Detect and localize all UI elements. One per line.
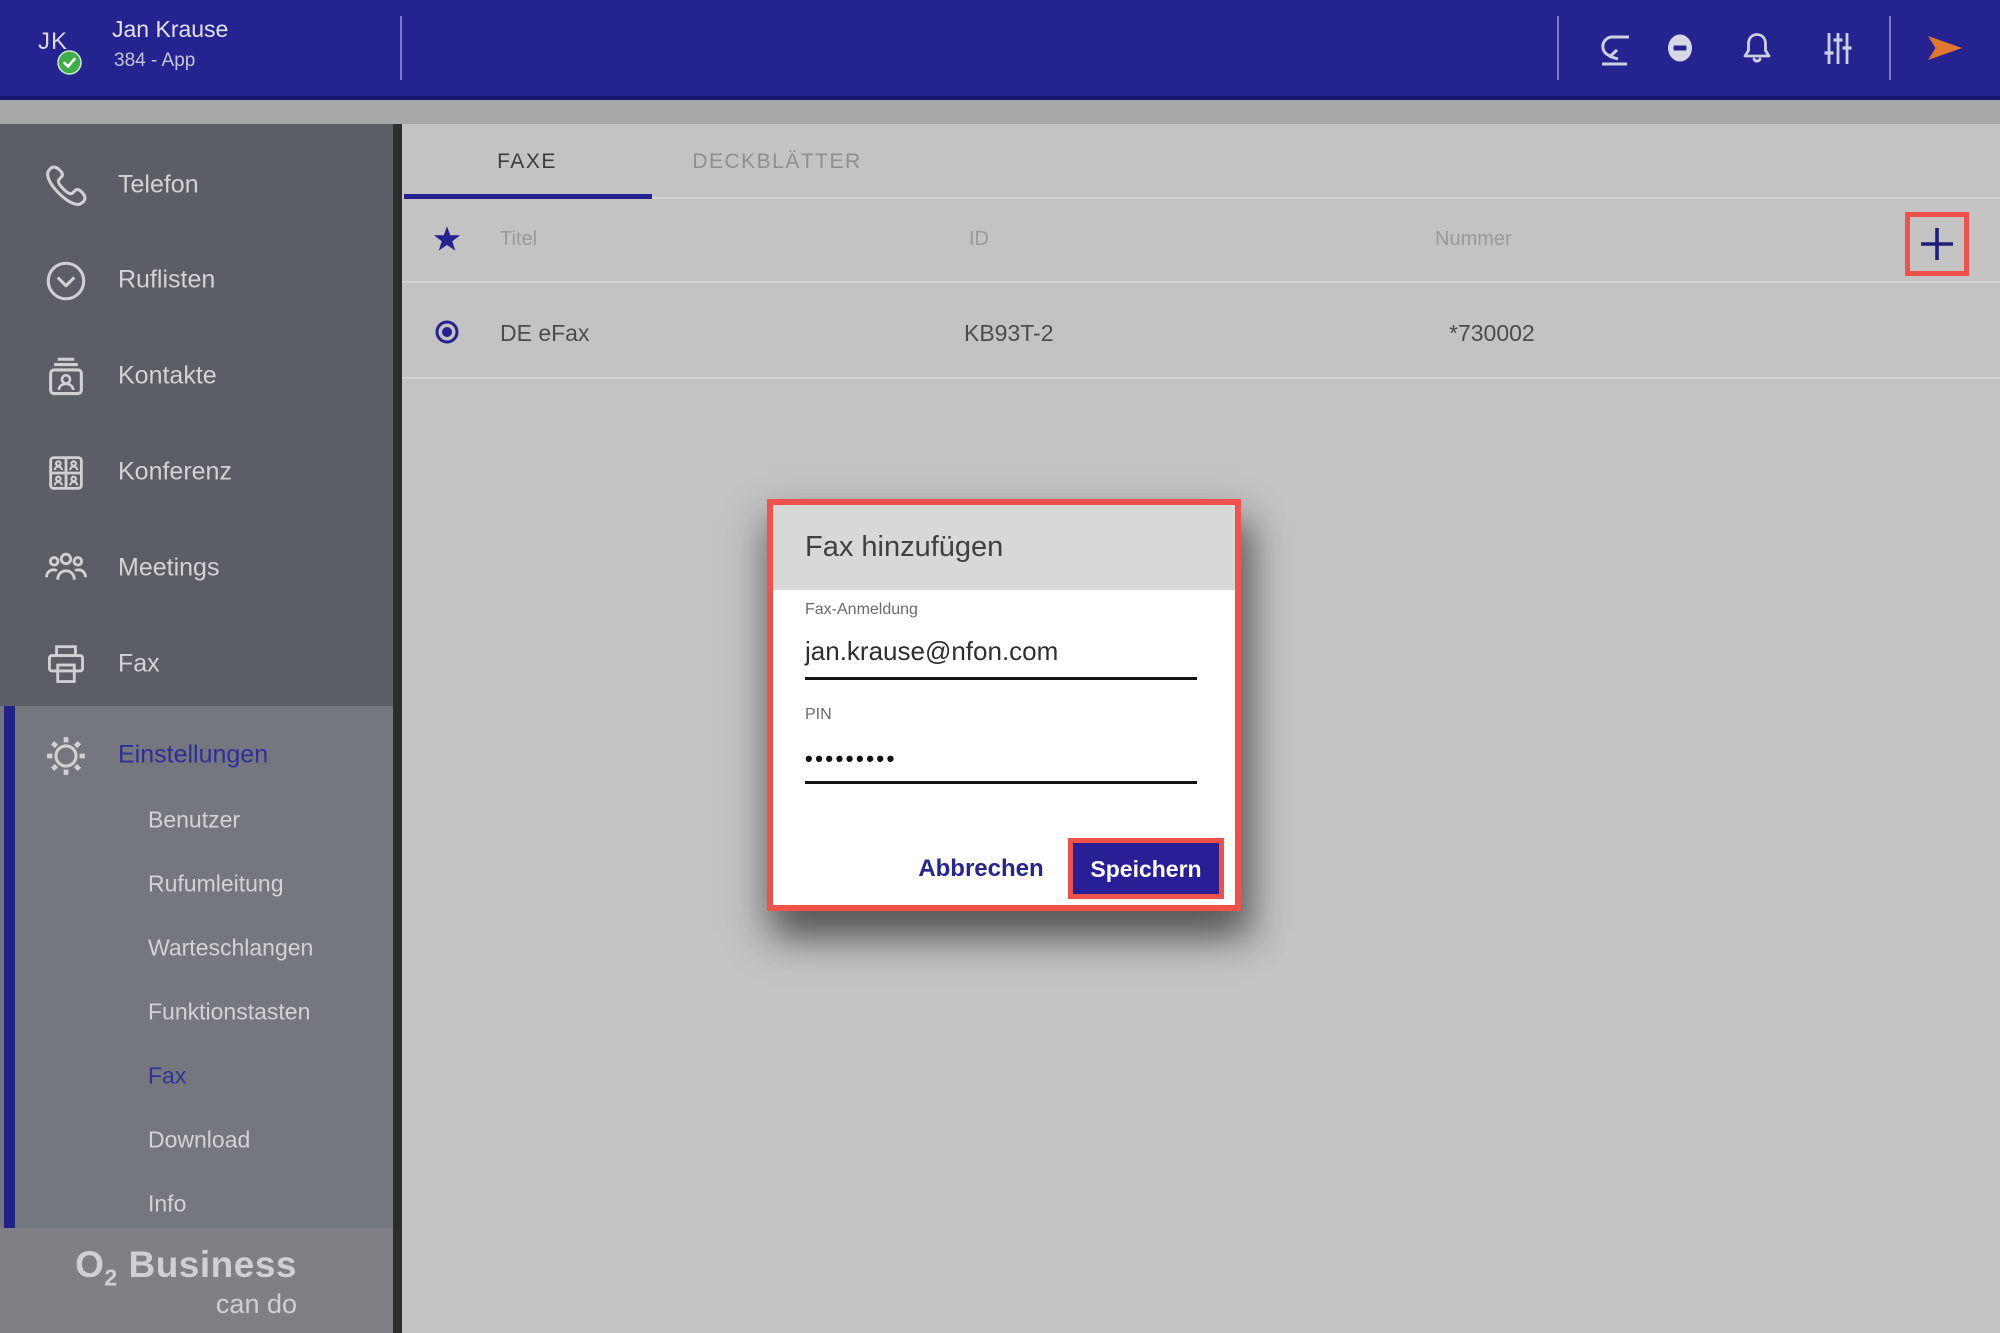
subitem-label: Warteschlangen xyxy=(148,934,313,961)
sidebar-item-konferenz[interactable]: Konferenz xyxy=(0,425,393,520)
meetings-people-icon xyxy=(40,543,92,595)
sidebar: Telefon Ruflisten Kontakte xyxy=(0,124,393,1333)
dialog-header: Fax hinzufügen xyxy=(773,505,1235,590)
audio-settings-sliders-icon[interactable] xyxy=(1816,26,1860,70)
sidebar-item-ruflisten[interactable]: Ruflisten xyxy=(0,233,393,328)
cancel-button[interactable]: Abbrechen xyxy=(911,845,1051,893)
sidebar-subitem-funktionstasten[interactable]: Funktionstasten xyxy=(0,981,393,1045)
subitem-label: Download xyxy=(148,1126,250,1153)
fax-login-input[interactable]: jan.krause@nfon.com xyxy=(805,636,1058,667)
sidebar-item-label: Konferenz xyxy=(118,457,232,486)
dialog-title: Fax hinzufügen xyxy=(805,505,1003,590)
sidebar-item-telefon[interactable]: Telefon xyxy=(0,138,393,233)
sidebar-subitem-rufumleitung[interactable]: Rufumleitung xyxy=(0,853,393,917)
tab-baseline xyxy=(652,197,2000,199)
sidebar-item-einstellungen[interactable]: Einstellungen xyxy=(0,720,393,792)
sidebar-footer: O2 Business can do xyxy=(0,1228,393,1333)
pin-underline xyxy=(805,781,1197,784)
row-divider xyxy=(402,377,2000,379)
column-header-id: ID xyxy=(969,228,989,251)
column-header-nummer: Nummer xyxy=(1435,228,1512,251)
tab-label: FAXE xyxy=(497,150,557,173)
fax-printer-icon xyxy=(40,639,92,691)
user-extension: 384 - App xyxy=(114,50,195,72)
topbar-divider xyxy=(1557,16,1559,80)
sidebar-subitem-fax[interactable]: Fax xyxy=(0,1045,393,1109)
o2-business-logo: O2 Business can do xyxy=(75,1244,297,1320)
sidebar-subitem-download[interactable]: Download xyxy=(0,1109,393,1173)
gear-icon xyxy=(40,730,92,782)
sidebar-subitem-warteschlangen[interactable]: Warteschlangen xyxy=(0,917,393,981)
column-header-titel: Titel xyxy=(500,228,537,251)
app-window: JK Jan Krause 384 - App xyxy=(0,0,2000,1333)
active-tab-indicator xyxy=(404,194,652,199)
add-fax-button[interactable] xyxy=(1917,224,1957,264)
cell-id: KB93T-2 xyxy=(964,320,1054,347)
subitem-label: Benutzer xyxy=(148,806,240,833)
annotation-box-modal: Fax hinzufügen Fax-Anmeldung jan.krause@… xyxy=(767,499,1241,911)
subitem-label: Rufumleitung xyxy=(148,870,284,897)
sidebar-item-fax[interactable]: Fax xyxy=(0,617,393,712)
table-row[interactable]: DE eFax KB93T-2 *730002 xyxy=(402,283,2000,378)
tab-deckblaetter[interactable]: DECKBLÄTTER xyxy=(652,124,902,199)
notifications-bell-icon[interactable] xyxy=(1735,26,1779,70)
contacts-card-icon xyxy=(40,351,92,403)
tab-label: DECKBLÄTTER xyxy=(692,150,861,173)
call-redirect-icon[interactable] xyxy=(1590,26,1634,70)
favorite-star-icon xyxy=(432,225,462,255)
sidebar-item-label: Meetings xyxy=(118,553,219,582)
sidebar-item-label: Fax xyxy=(118,649,160,678)
fax-login-underline xyxy=(805,677,1197,680)
topbar-divider xyxy=(1889,16,1891,80)
user-name: Jan Krause xyxy=(112,16,228,43)
subitem-label: Info xyxy=(148,1190,186,1217)
annotation-box-add-button xyxy=(1905,212,1969,276)
phone-icon xyxy=(40,160,92,212)
annotation-box-save-button: Speichern xyxy=(1068,838,1224,899)
user-account-block[interactable]: JK Jan Krause 384 - App xyxy=(0,0,400,96)
subitem-label: Fax xyxy=(148,1062,186,1089)
pin-input[interactable]: ••••••••• xyxy=(805,746,897,772)
save-button[interactable]: Speichern xyxy=(1073,843,1219,894)
sidebar-item-meetings[interactable]: Meetings xyxy=(0,521,393,616)
tab-faxe[interactable]: FAXE xyxy=(402,124,652,199)
cell-titel: DE eFax xyxy=(500,320,589,347)
sidebar-subitem-benutzer[interactable]: Benutzer xyxy=(0,789,393,853)
subitem-label: Funktionstasten xyxy=(148,998,310,1025)
radio-selected-icon[interactable] xyxy=(434,319,460,345)
send-fax-icon[interactable] xyxy=(1922,26,1966,70)
do-not-disturb-icon[interactable] xyxy=(1658,26,1702,70)
status-available-icon xyxy=(57,50,82,75)
sidebar-item-kontakte[interactable]: Kontakte xyxy=(0,329,393,424)
settings-section: Einstellungen Benutzer Rufumleitung Wart… xyxy=(0,706,393,1228)
fax-add-dialog: Fax hinzufügen Fax-Anmeldung jan.krause@… xyxy=(773,505,1235,905)
pin-label: PIN xyxy=(805,706,832,724)
cell-nummer: *730002 xyxy=(1449,320,1535,347)
conference-grid-icon xyxy=(40,447,92,499)
topbar: JK Jan Krause 384 - App xyxy=(0,0,2000,100)
topbar-divider xyxy=(400,16,402,80)
sidebar-edge-shadow xyxy=(393,124,402,1333)
sidebar-item-label: Telefon xyxy=(118,170,199,199)
sidebar-item-label: Ruflisten xyxy=(118,265,215,294)
subheader-strip xyxy=(0,100,2000,124)
sidebar-item-label: Kontakte xyxy=(118,361,217,390)
call-history-clock-icon xyxy=(40,255,92,307)
fax-login-label: Fax-Anmeldung xyxy=(805,601,918,619)
sidebar-item-label: Einstellungen xyxy=(118,740,268,769)
